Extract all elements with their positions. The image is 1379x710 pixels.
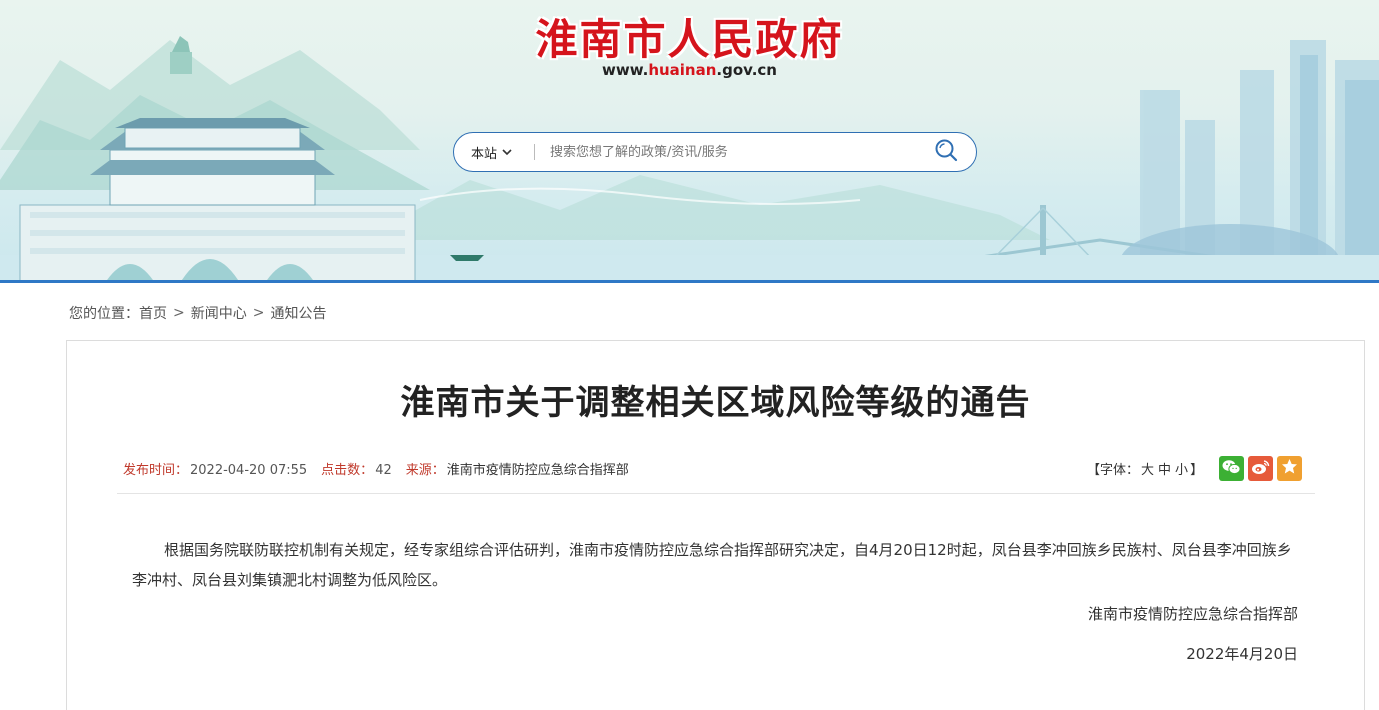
url-suffix: .gov.cn xyxy=(716,61,777,79)
article-title: 淮南市关于调整相关区域风险等级的通告 xyxy=(400,383,1031,423)
breadcrumb-label: 您的位置： xyxy=(69,306,139,322)
weibo-icon xyxy=(1251,459,1270,479)
breadcrumb-notice-link[interactable]: 通知公告 xyxy=(270,303,326,323)
breadcrumb-separator: > xyxy=(252,305,265,321)
font-size-large[interactable]: 大 xyxy=(1141,463,1154,478)
search-icon xyxy=(934,138,958,166)
search-bar: 本站 xyxy=(453,132,977,172)
click-count: 点击数： 42 xyxy=(321,459,392,478)
site-url: www.huainan.gov.cn xyxy=(0,61,1379,79)
click-count-label: 点击数： xyxy=(321,463,374,478)
font-size-small[interactable]: 小 xyxy=(1175,463,1188,478)
share-favorite-button[interactable] xyxy=(1277,456,1302,481)
url-highlight: huainan xyxy=(648,61,717,79)
font-size-open: 【字体： xyxy=(1087,463,1140,478)
breadcrumb-home-link[interactable]: 首页 xyxy=(139,303,167,323)
share-wechat-button[interactable] xyxy=(1219,456,1244,481)
share-weibo-button[interactable] xyxy=(1248,456,1273,481)
wechat-icon xyxy=(1222,459,1241,479)
search-scope-select[interactable]: 本站 xyxy=(454,143,534,162)
font-size-medium[interactable]: 中 xyxy=(1158,463,1171,478)
site-title: 淮南市人民政府 xyxy=(535,15,844,64)
article-signature: 淮南市疫情防控应急综合指挥部 xyxy=(1087,605,1298,623)
breadcrumb-news-link[interactable]: 新闻中心 xyxy=(191,303,247,323)
article-source: 来源： 淮南市疫情防控应急综合指挥部 xyxy=(406,459,629,478)
article-date: 2022年4月20日 xyxy=(1186,645,1298,663)
publish-time: 发布时间： 2022-04-20 07:55 xyxy=(123,459,307,478)
meta-divider xyxy=(117,493,1315,494)
search-input[interactable] xyxy=(535,134,916,170)
article-panel: 淮南市关于调整相关区域风险等级的通告 发布时间： 2022-04-20 07:55… xyxy=(66,340,1365,710)
search-button[interactable] xyxy=(916,133,976,171)
share-buttons xyxy=(1215,456,1302,481)
article-meta: 发布时间： 2022-04-20 07:55 点击数： 42 来源： 淮南市疫情防控应… xyxy=(123,459,643,478)
chevron-down-icon xyxy=(502,146,512,159)
breadcrumb: 您的位置： 首页 > 新闻中心 > 通知公告 xyxy=(69,303,326,323)
url-prefix: www. xyxy=(602,61,649,79)
favorite-icon xyxy=(1281,458,1298,479)
source-label: 来源： xyxy=(405,463,445,478)
publish-time-value: 2022-04-20 07:55 xyxy=(190,463,308,478)
click-count-value: 42 xyxy=(375,463,392,478)
publish-time-label: 发布时间： xyxy=(123,463,189,478)
search-scope-label: 本站 xyxy=(471,146,498,162)
font-size-control: 【字体：大中小】 xyxy=(1087,459,1203,478)
source-value: 淮南市疫情防控应急综合指挥部 xyxy=(446,463,629,478)
font-size-close: 】 xyxy=(1190,463,1204,478)
article-body: 根据国务院联防联控机制有关规定，经专家组综合评估研判，淮南市疫情防控应急综合指挥… xyxy=(132,541,1292,589)
site-header-banner: 淮南市人民政府 www.huainan.gov.cn 本站 xyxy=(0,0,1379,283)
breadcrumb-separator: > xyxy=(173,305,185,321)
